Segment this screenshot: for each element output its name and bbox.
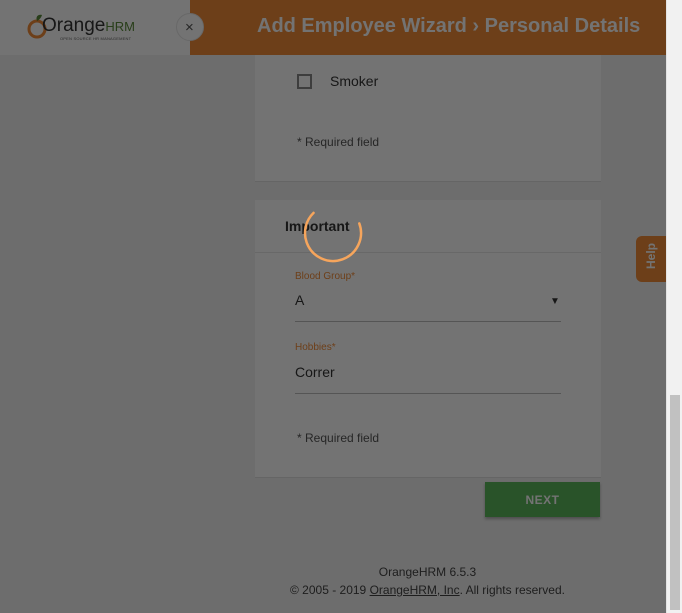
- required-star: *: [331, 342, 336, 353]
- blood-group-label-text: Blood Group: [295, 271, 352, 282]
- footer-copyright: © 2005 - 2019 OrangeHRM, Inc. All rights…: [0, 583, 682, 597]
- footer-version: OrangeHRM 6.5.3: [378, 565, 477, 579]
- help-label: Help: [644, 242, 658, 269]
- orangehrm-logo: OrangeHRM OPEN SOURCE HR MANAGEMENT: [26, 12, 171, 44]
- logo-tagline: OPEN SOURCE HR MANAGEMENT: [60, 36, 132, 41]
- orangehrm-inc-link[interactable]: OrangeHRM, Inc: [370, 583, 460, 597]
- copyright-prefix: © 2005 - 2019: [290, 583, 370, 597]
- smoker-checkbox[interactable]: [297, 74, 312, 89]
- smoker-label: Smoker: [330, 73, 379, 89]
- chevron-down-icon[interactable]: ▼: [550, 296, 560, 307]
- logo-wordmark: OrangeHRM: [42, 15, 135, 37]
- next-button[interactable]: NEXT: [485, 482, 600, 517]
- required-field-note: * Required field: [297, 135, 380, 149]
- hobbies-label: Hobbies*: [295, 342, 336, 353]
- card-other-details: Smoker * Required field: [255, 55, 601, 182]
- required-star: *: [351, 271, 356, 282]
- hobbies-label-text: Hobbies: [295, 342, 332, 353]
- help-tab[interactable]: Help: [636, 236, 666, 282]
- hobbies-underline: [295, 393, 561, 394]
- copyright-suffix: . All rights reserved.: [459, 583, 565, 597]
- blood-group-select[interactable]: A: [295, 292, 304, 308]
- logo-text-hrm: HRM: [105, 19, 135, 34]
- loading-spinner-icon: [303, 203, 363, 263]
- close-icon: ×: [185, 19, 194, 36]
- scrollbar-thumb[interactable]: [670, 395, 680, 610]
- logo-text-orange: Orange: [42, 15, 106, 36]
- page-title: Add Employee Wizard › Personal Details: [257, 15, 641, 37]
- blood-group-underline: [295, 321, 561, 322]
- vertical-scrollbar[interactable]: [666, 0, 682, 613]
- required-field-note: * Required field: [297, 431, 380, 445]
- blood-group-label: Blood Group*: [295, 271, 355, 282]
- logo-panel: OrangeHRM OPEN SOURCE HR MANAGEMENT: [0, 0, 190, 55]
- close-menu-button[interactable]: ×: [176, 13, 204, 41]
- hobbies-input[interactable]: Correr: [295, 364, 335, 380]
